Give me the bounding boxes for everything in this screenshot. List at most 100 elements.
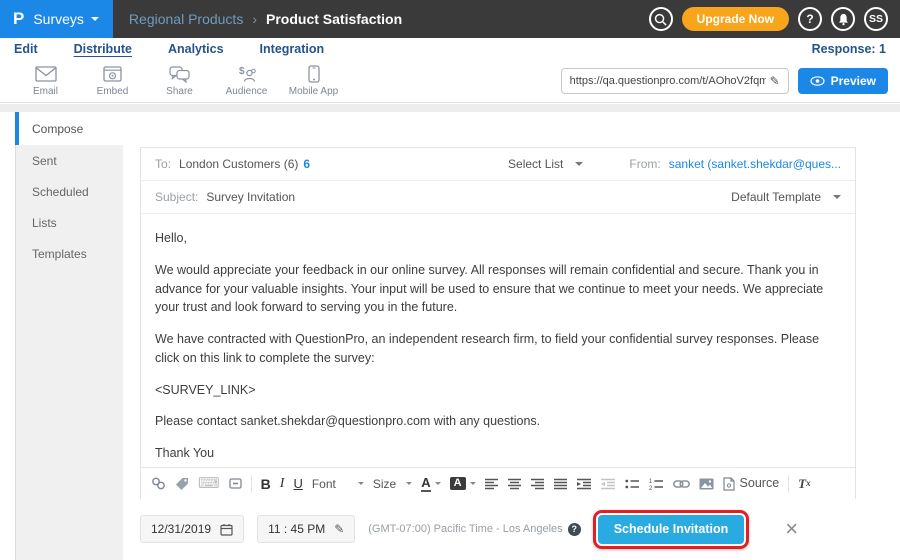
- svg-text:$: $: [239, 66, 245, 77]
- bold-button[interactable]: B: [261, 477, 271, 491]
- rich-text-toolbar: ⌨ B I U Font Size A A 12 Source Tx: [141, 467, 855, 499]
- header-actions: Upgrade Now ? SS: [649, 7, 900, 31]
- schedule-date-field[interactable]: 12/31/2019: [140, 515, 244, 543]
- indent-icon: [577, 478, 592, 490]
- sidebar-item-sent[interactable]: Sent: [15, 145, 123, 176]
- timezone-label: (GMT-07:00) Pacific Time - Los Angeles: [368, 523, 562, 535]
- indent-button[interactable]: [577, 478, 592, 490]
- upgrade-now-button[interactable]: Upgrade Now: [682, 7, 789, 31]
- numbered-list-icon: 12: [649, 478, 664, 490]
- merge-tag-button[interactable]: [175, 477, 189, 490]
- questionpro-app: P Surveys Regional Products › Product Sa…: [0, 0, 900, 560]
- chevron-down-icon: [435, 482, 441, 485]
- template-dropdown[interactable]: Default Template: [731, 190, 841, 204]
- tab-edit[interactable]: Edit: [14, 42, 38, 56]
- breadcrumb-parent[interactable]: Regional Products: [129, 11, 243, 27]
- schedule-time-field[interactable]: 11 : 45 PM ✎: [257, 515, 355, 543]
- insert-button-button[interactable]: [229, 478, 242, 489]
- outdent-icon: [601, 478, 616, 490]
- sidebar-item-compose[interactable]: Compose: [15, 112, 123, 145]
- edit-url-icon[interactable]: ✎: [770, 74, 780, 88]
- keyboard-field-button[interactable]: ⌨: [198, 476, 220, 491]
- tag-icon: [175, 477, 189, 490]
- to-count-badge[interactable]: 6: [303, 157, 310, 171]
- timezone-info: (GMT-07:00) Pacific Time - Los Angeles ?: [368, 523, 580, 536]
- svg-text:2: 2: [649, 486, 653, 490]
- preview-label: Preview: [831, 74, 876, 88]
- subject-label: Subject:: [155, 190, 198, 204]
- channel-share[interactable]: Share: [146, 66, 213, 97]
- survey-url-group: https://qa.questionpro.com/t/AOhoV2fqml …: [561, 68, 888, 94]
- insert-survey-link-button[interactable]: [151, 477, 166, 490]
- tab-analytics[interactable]: Analytics: [168, 42, 224, 56]
- channel-audience[interactable]: $ Audience: [213, 66, 280, 97]
- schedule-highlight-annotation: Schedule Invitation: [593, 510, 750, 549]
- page-title: Product Satisfaction: [266, 11, 402, 27]
- preview-button[interactable]: Preview: [798, 68, 888, 94]
- remove-format-x: x: [806, 479, 811, 488]
- tab-distribute[interactable]: Distribute: [74, 42, 132, 56]
- bell-icon: [837, 13, 850, 26]
- notifications-button[interactable]: [831, 7, 855, 31]
- source-label: Source: [740, 477, 780, 490]
- insert-link-button[interactable]: [673, 479, 690, 489]
- font-size-select[interactable]: Size: [373, 478, 412, 490]
- schedule-invitation-button[interactable]: Schedule Invitation: [598, 515, 745, 544]
- body-paragraph: <SURVEY_LINK>: [155, 381, 841, 400]
- share-icon: [169, 66, 190, 83]
- from-value[interactable]: sanket (sanket.shekdar@ques...: [669, 157, 841, 171]
- compose-panel: To: London Customers (6) 6 Select List F…: [140, 147, 856, 499]
- surveys-menu[interactable]: P Surveys: [0, 0, 113, 38]
- sidebar-item-lists[interactable]: Lists: [15, 207, 123, 238]
- help-button[interactable]: ?: [798, 7, 822, 31]
- channel-email[interactable]: Email: [12, 66, 79, 97]
- template-label: Default Template: [731, 190, 821, 204]
- outdent-button[interactable]: [601, 478, 616, 490]
- font-family-select[interactable]: Font: [312, 478, 364, 490]
- align-left-button[interactable]: [485, 478, 499, 490]
- underline-button[interactable]: U: [293, 477, 302, 490]
- subject-row: Subject: Survey Invitation Default Templ…: [141, 181, 855, 214]
- select-list-label: Select List: [508, 157, 563, 171]
- schedule-footer: 12/31/2019 11 : 45 PM ✎ (GMT-07:00) Paci…: [140, 512, 886, 546]
- channel-label: Audience: [226, 86, 268, 97]
- select-list-dropdown[interactable]: Select List: [508, 157, 583, 171]
- image-icon: [699, 478, 714, 490]
- survey-url-field[interactable]: https://qa.questionpro.com/t/AOhoV2fqml …: [561, 68, 789, 94]
- questionpro-logo-icon: P: [13, 9, 24, 29]
- from-label: From:: [629, 157, 660, 171]
- sidebar-item-scheduled[interactable]: Scheduled: [15, 176, 123, 207]
- avatar[interactable]: SS: [864, 7, 888, 31]
- remove-format-button[interactable]: Tx: [798, 477, 810, 490]
- channel-label: Share: [166, 86, 193, 97]
- align-right-icon: [531, 478, 545, 490]
- align-right-button[interactable]: [531, 478, 545, 490]
- to-value[interactable]: London Customers (6): [179, 157, 298, 171]
- tab-integration[interactable]: Integration: [260, 42, 325, 56]
- response-count[interactable]: Response: 1: [812, 42, 886, 56]
- channel-mobile-app[interactable]: Mobile App: [280, 65, 347, 97]
- button-widget-icon: [229, 478, 242, 489]
- subject-value[interactable]: Survey Invitation: [206, 190, 295, 204]
- toolbar-divider: [251, 475, 252, 493]
- close-icon[interactable]: ×: [785, 518, 798, 540]
- insert-image-button[interactable]: [699, 478, 714, 490]
- justify-button[interactable]: [554, 478, 568, 490]
- search-button[interactable]: [649, 7, 673, 31]
- align-center-button[interactable]: [508, 478, 522, 490]
- italic-button[interactable]: I: [280, 477, 285, 491]
- bullet-list-button[interactable]: [625, 478, 640, 490]
- numbered-list-button[interactable]: 12: [649, 478, 664, 490]
- body-paragraph: Thank You: [155, 444, 841, 463]
- channel-embed[interactable]: Embed: [79, 66, 146, 97]
- channel-label: Email: [33, 86, 58, 97]
- to-row: To: London Customers (6) 6 Select List F…: [141, 148, 855, 181]
- email-body-editor[interactable]: Hello, We would appreciate your feedback…: [141, 214, 855, 467]
- size-label: Size: [373, 478, 396, 490]
- timezone-help-icon[interactable]: ?: [568, 523, 581, 536]
- text-color-button[interactable]: A: [421, 476, 440, 492]
- background-color-button[interactable]: A: [450, 477, 476, 490]
- source-button[interactable]: Source: [723, 477, 780, 491]
- sidebar-item-templates[interactable]: Templates: [15, 238, 123, 269]
- edit-time-icon: ✎: [334, 522, 344, 536]
